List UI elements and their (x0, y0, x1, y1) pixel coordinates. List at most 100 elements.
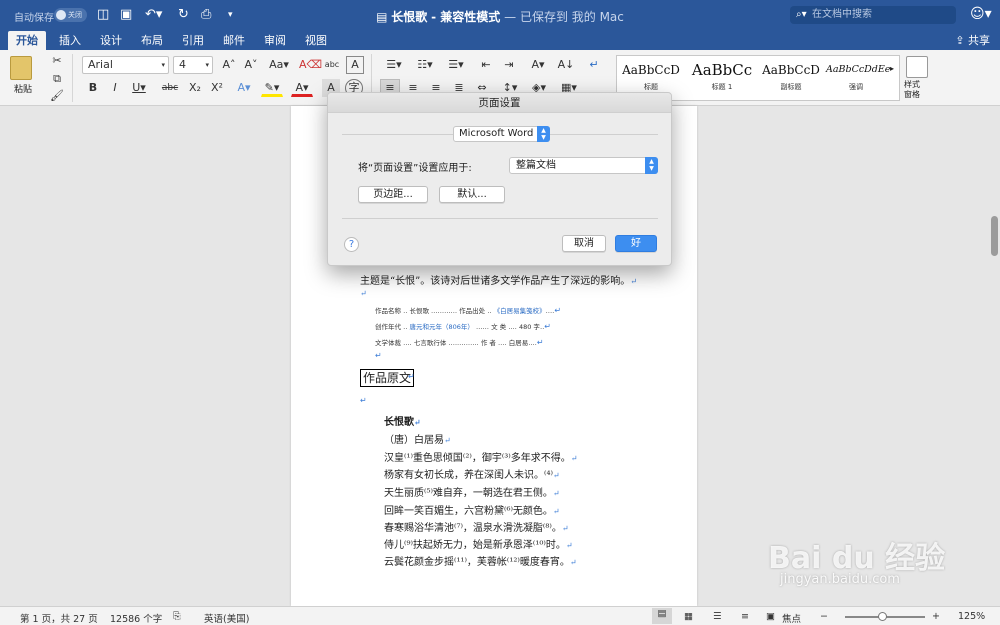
paragraph-mark: ↵ (408, 372, 415, 381)
feedback-smiley-icon[interactable]: ☺▾ (970, 6, 992, 22)
style-preview: AaBbCcDdEe (826, 64, 891, 75)
change-case-icon[interactable]: Aa▾ (266, 56, 292, 74)
sort-icon[interactable]: A↓ (555, 56, 577, 74)
margins-button[interactable]: 页边距... (358, 186, 428, 203)
watermark-url: jingyan.baidu.com (780, 572, 900, 587)
style-preview: AaBbCc (691, 61, 753, 79)
font-name-select[interactable]: Arial ▾ (82, 56, 169, 74)
bullets-icon[interactable]: ☰▾ (380, 56, 408, 74)
show-marks-icon[interactable]: ↵ (583, 56, 605, 74)
strikethrough-button[interactable]: abc (158, 79, 182, 97)
increase-indent-icon[interactable]: ⇥ (499, 56, 519, 74)
share-button[interactable]: ⇪ 共享 (955, 31, 990, 50)
styles-pane-label[interactable]: 样式 窗格 (904, 80, 934, 100)
app-select[interactable]: Microsoft Word ▲ ▼ (453, 126, 550, 142)
vertical-scrollbar[interactable] (991, 216, 998, 256)
web-layout-icon[interactable]: ▦ (684, 611, 693, 622)
help-button[interactable]: ? (344, 237, 359, 252)
focus-label[interactable]: 焦点 (782, 611, 801, 625)
font-color-icon[interactable]: A▾ (291, 79, 313, 97)
decrease-indent-icon[interactable]: ⇤ (476, 56, 496, 74)
zoom-out-icon[interactable]: − (820, 611, 828, 622)
body-text-line: 主题是“长恨”。该诗对后世诸多文学作品产生了深远的影响。↵ (360, 276, 637, 287)
apply-to-select[interactable]: 整篇文档 ▲ ▼ (509, 157, 658, 174)
styles-pane-icon[interactable] (906, 56, 928, 78)
phonetic-guide-icon[interactable]: abc (322, 56, 342, 74)
paste-icon[interactable] (10, 56, 32, 80)
language[interactable]: 英语(美国) (204, 611, 249, 625)
app-select-value: Microsoft Word (459, 128, 534, 139)
font-name-value: Arial (88, 58, 113, 71)
asian-layout-icon[interactable]: A▾ (526, 56, 550, 74)
poem-line: 春寒赐浴华清池⁽⁷⁾，温泉水滑洗凝脂⁽⁸⁾。↵ (384, 523, 569, 534)
print-layout-icon[interactable]: ▤ (652, 608, 672, 624)
style-emphasis[interactable]: AaBbCcDdEe 强调 (826, 58, 891, 98)
clear-format-icon[interactable]: A⌫ (298, 56, 322, 74)
grow-font-icon[interactable]: A˄ (219, 56, 239, 74)
ok-button[interactable]: 好 (615, 235, 657, 252)
zoom-level[interactable]: 125% (958, 611, 985, 622)
save-status: — 已保存到 我的 Mac (504, 10, 624, 24)
dialog-title: 页面设置 (328, 93, 671, 113)
tab-home[interactable]: 开始 (8, 31, 46, 50)
style-name: 标题 1 (711, 83, 733, 91)
tab-review[interactable]: 审阅 (256, 31, 294, 50)
share-label: 共享 (968, 34, 990, 47)
default-button[interactable]: 默认... (439, 186, 505, 203)
poem-title: 长恨歌↵ (384, 417, 421, 428)
poem-line: 汉皇⁽¹⁾重色思倾国⁽²⁾，御宇⁽³⁾多年求不得。↵ (384, 453, 578, 464)
cancel-button[interactable]: 取消 (562, 235, 606, 252)
word-count[interactable]: 12586 个字 (110, 611, 162, 625)
style-name: 强调 (849, 83, 863, 91)
paragraph-mark: ↵ (360, 396, 367, 405)
share-icon: ⇪ (955, 34, 968, 47)
subscript-button[interactable]: X₂ (185, 79, 205, 97)
style-heading1[interactable]: AaBbCc 标题 1 (690, 58, 754, 98)
info-row: 文学体裁 ‥‥ 七言歌行体 ‥‥‥‥‥‥‥ 作 者 ‥‥ 白居易‥‥↵ (375, 338, 544, 347)
tab-mailings[interactable]: 邮件 (215, 31, 253, 50)
font-size-select[interactable]: 4 ▾ (173, 56, 213, 74)
poem-line: 回眸一笑百媚生，六宫粉黛⁽⁶⁾无颜色。↵ (384, 506, 560, 517)
text-effects-icon[interactable]: A▾ (233, 79, 255, 97)
underline-button[interactable]: U▾ (128, 79, 150, 97)
compat-mode: 兼容性模式 (440, 10, 501, 24)
italic-button[interactable]: I (106, 79, 124, 97)
superscript-button[interactable]: X² (207, 79, 227, 97)
tab-layout[interactable]: 布局 (133, 31, 171, 50)
tab-design[interactable]: 设计 (92, 31, 130, 50)
empty-paragraph: ↵ (375, 351, 382, 360)
style-subtitle[interactable]: AaBbCcD 副标题 (760, 58, 822, 98)
styles-expand-icon[interactable]: ▸ (890, 64, 894, 73)
cut-icon[interactable]: ✂ (48, 52, 66, 70)
focus-icon[interactable]: ▣ (766, 611, 775, 622)
tab-view[interactable]: 视图 (297, 31, 335, 50)
highlight-icon[interactable]: ✎▾ (261, 79, 283, 97)
copy-icon[interactable]: ⧉ (48, 70, 66, 88)
ribbon-tabs: 开始 插入 设计 布局 引用 邮件 审阅 视图 ⇪ 共享 (0, 31, 1000, 50)
bold-button[interactable]: B (84, 79, 102, 97)
document-icon: ▤ (376, 10, 392, 24)
zoom-slider-knob[interactable] (878, 612, 887, 621)
multilevel-list-icon[interactable]: ☰▾ (442, 56, 470, 74)
stepper-icon: ▲ ▼ (645, 157, 658, 174)
empty-paragraph: ↵ (360, 289, 367, 298)
proofing-icon[interactable]: ⎘ (173, 611, 181, 622)
poem-line: 侍儿⁽⁹⁾扶起娇无力，始是新承恩泽⁽¹⁰⁾时。↵ (384, 540, 573, 551)
format-painter-icon[interactable]: 🖌 (48, 87, 66, 105)
search-input[interactable]: ⌕▾ 在文档中搜索 (790, 6, 956, 24)
shrink-font-icon[interactable]: A˅ (241, 56, 261, 74)
apply-to-label: 将“页面设置”设置应用于: (358, 163, 472, 174)
chevron-down-icon: ▾ (161, 61, 165, 69)
char-border-icon[interactable]: A (346, 56, 364, 74)
zoom-in-icon[interactable]: + (932, 611, 940, 622)
title-bar: 自动保存 关闭 ◫ ▣ ↶▾ ↻ ⎙ ▾ ▤ 长恨歌 - 兼容性模式 — 已保存… (0, 0, 1000, 31)
apply-to-value: 整篇文档 (516, 160, 556, 171)
page-count[interactable]: 第 1 页，共 27 页 (20, 611, 98, 625)
section-heading: 作品原文 (360, 369, 415, 387)
draft-view-icon[interactable]: ≡ (741, 611, 749, 622)
outline-view-icon[interactable]: ☰ (713, 611, 722, 622)
numbering-icon[interactable]: ☷▾ (411, 56, 439, 74)
tab-insert[interactable]: 插入 (51, 31, 89, 50)
font-size-value: 4 (179, 58, 186, 71)
tab-references[interactable]: 引用 (174, 31, 212, 50)
